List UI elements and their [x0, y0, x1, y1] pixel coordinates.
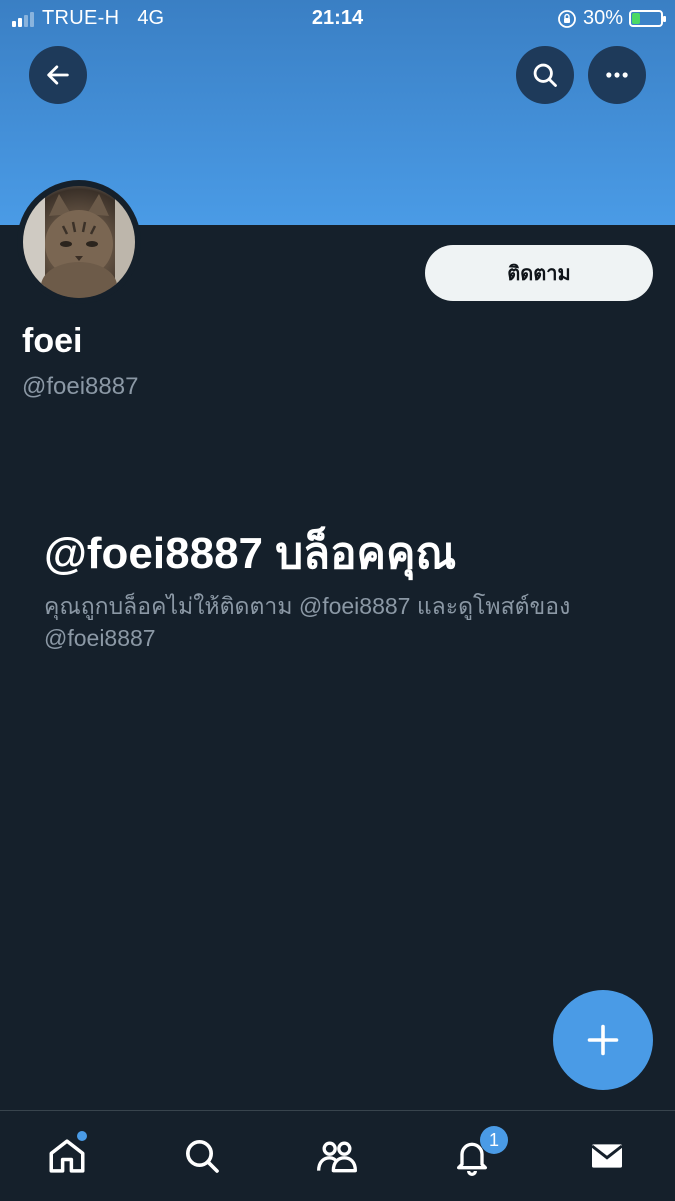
more-horizontal-icon [606, 72, 628, 78]
home-unread-dot [77, 1131, 87, 1141]
tab-search[interactable] [177, 1131, 227, 1181]
notification-badge: 1 [480, 1126, 508, 1154]
search-button[interactable] [516, 46, 574, 104]
tab-communities[interactable] [312, 1131, 362, 1181]
handle: @foei8887 [22, 373, 139, 400]
blocked-title: @foei8887 บล็อคคุณ [44, 529, 457, 578]
mail-icon [591, 1144, 623, 1168]
plus-icon [587, 1024, 619, 1056]
home-icon [49, 1139, 85, 1173]
status-bar: TRUE-H 4G 21:14 30% [0, 0, 675, 38]
tab-messages[interactable] [582, 1131, 632, 1181]
avatar-photo [23, 186, 135, 298]
search-icon [533, 63, 557, 87]
more-button[interactable] [588, 46, 646, 104]
search-icon [186, 1140, 219, 1173]
tab-notifications[interactable]: 1 [447, 1126, 508, 1181]
display-name: foei [22, 322, 83, 360]
arrow-left-icon [47, 65, 69, 85]
follow-button[interactable]: ติดตาม [425, 245, 653, 301]
blocked-description: คุณถูกบล็อคไม่ให้ติดตาม @foei8887 และดูโ… [44, 593, 571, 651]
communities-icon [317, 1141, 357, 1173]
back-button[interactable] [29, 46, 87, 104]
bottom-tab-bar: 1 [0, 1110, 675, 1201]
battery-percent: 30% [582, 7, 623, 29]
battery-icon [629, 10, 666, 27]
tab-home[interactable] [42, 1131, 92, 1181]
avatar[interactable] [17, 180, 141, 304]
compose-button[interactable] [553, 990, 653, 1090]
orientation-lock-icon [558, 9, 576, 28]
